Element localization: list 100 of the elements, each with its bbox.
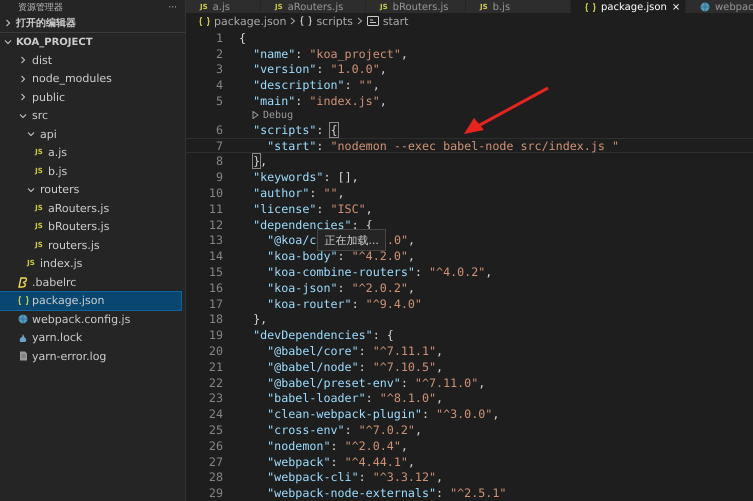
breadcrumb-item[interactable]: package.json [199,14,286,28]
code-token: "name" [252,46,296,61]
code-token: : [338,280,346,295]
code-token: "nodemon --exec babel-node src/index.js " [330,138,619,153]
yarn-icon [18,332,28,343]
debug-codelens[interactable]: Debug [252,110,294,121]
code-token: , [492,407,500,422]
code-token: "@babel/node" [266,360,359,374]
code-token: : [358,470,367,484]
folder-item[interactable]: src [0,106,181,125]
code-token: "^2.0.4" [344,438,401,453]
file-item[interactable]: yarn-error.log [0,347,181,366]
file-item[interactable]: yarn.lock [0,328,181,347]
code-token: "^3.0.0" [436,407,492,422]
code-token: "^4.0.2" [429,264,486,279]
code-token: "" [358,78,373,92]
close-icon[interactable]: × [672,2,680,12]
document-icon [18,351,28,362]
code-token: : [330,454,339,469]
code-token: "^4.2.0" [352,249,408,264]
line-number: 8 [214,154,223,168]
code-token: : [436,486,444,500]
code-token: "version" [252,62,316,76]
chevron-down-icon [27,186,35,194]
line-number: 13 [208,233,223,248]
code-token: "index.js" [309,94,380,108]
chevron-right-icon [19,74,27,83]
chevron-right-icon [356,17,363,26]
line-number: 9 [214,170,223,184]
code-token: : [316,62,324,76]
code-token: "cross-env" [266,422,345,437]
line-number: 16 [208,280,223,295]
code-token: , [408,233,416,248]
line-number: 11 [208,202,223,216]
code-token: "ISC" [330,202,366,216]
line-number: 21 [208,360,223,374]
section-header[interactable]: KOA_PROJECT [0,32,185,51]
line-number: 18 [208,312,223,326]
code-token: "^7.11.0" [414,376,478,390]
code-token: , [400,438,408,453]
code-token: "^3.3.12" [372,470,436,484]
code-token: "^4.44.1" [344,454,408,469]
code-token: "author" [252,186,310,200]
code-token: "@babel/preset-env" [266,376,401,390]
code-token: "koa-router" [266,296,352,311]
code-token: "devDependencies" [252,328,373,342]
code-token: , [414,422,422,437]
code-token: : [352,296,360,311]
breadcrumb-item[interactable]: start [366,14,408,28]
code-token: : [316,138,324,153]
braces-icon [18,296,28,306]
code-token: .0" [386,233,408,248]
folder-item[interactable]: public [0,88,181,106]
code-token: : [], [323,170,359,184]
line-number: 12 [208,218,223,232]
line-number: 20 [208,344,223,358]
file-item[interactable]: .babelrc [0,273,181,292]
code-token: : [400,376,409,390]
code-token: : [358,344,367,358]
folder-item[interactable]: api [0,125,181,144]
code-token: "@babel/core" [266,344,359,358]
chevron-right-icon [19,56,27,64]
more-actions-button[interactable]: ··· [168,3,177,13]
breadcrumb-item[interactable]: scripts [300,14,353,28]
folder-item[interactable]: dist [0,51,181,70]
code-token: : [344,78,353,92]
editor-tab[interactable]: package.json × [571,0,686,14]
line-number: 25 [208,422,223,437]
chevron-down-icon [19,112,27,120]
code-token: : [295,94,304,108]
code-token: { [330,122,338,137]
code-token: "webpack" [266,454,330,469]
code-token: : [422,407,430,422]
line-number: 27 [208,454,223,469]
section-header[interactable]: 打开的编辑器 [0,13,185,32]
code-token: "webpack-node-externals" [266,486,436,500]
folder-item[interactable]: routers [0,180,181,199]
line-number: 19 [208,328,223,342]
code-token: "^8.1.0" [380,391,436,406]
code-token: "koa_project" [309,46,401,61]
editor-tab[interactable]: webpac [686,0,753,14]
code-token: "1.0.0" [330,62,380,76]
line-number: 15 [208,264,223,279]
file-item[interactable]: package.json [0,292,181,310]
code-token: "^7.0.2" [358,422,415,437]
folder-item[interactable]: node_modules [0,70,181,88]
line-number: 23 [208,391,223,406]
code-token: "koa-body" [266,249,338,264]
code-token: : [366,391,374,406]
code-token: "main" [252,94,296,108]
code-token: , [408,249,415,264]
file-item[interactable]: webpack.config.js [0,310,181,328]
code-token: : [316,202,324,216]
braces-icon [199,16,210,26]
chevron-right-icon [19,93,27,102]
play-icon [252,111,259,120]
code-token: , [478,376,486,390]
code-token: "description" [252,78,345,92]
line-number: 2 [214,46,223,61]
code-token: : [330,438,339,453]
